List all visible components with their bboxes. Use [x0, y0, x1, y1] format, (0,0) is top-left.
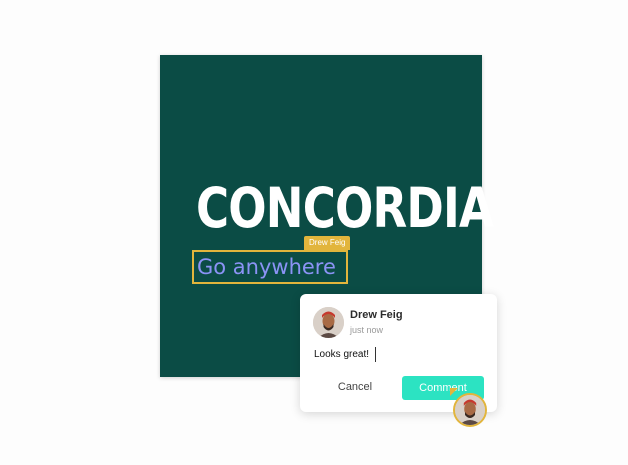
collaborator-name-tag: Drew Feig [304, 236, 351, 250]
cancel-button[interactable]: Cancel [330, 378, 380, 396]
collaborator-cursor-avatar-icon [453, 393, 487, 427]
comment-input-text: Looks great! [314, 349, 370, 360]
text-caret [375, 346, 377, 362]
cursor-pointer-icon [450, 388, 458, 396]
selected-text-go-anywhere[interactable]: Go anywhere [197, 252, 336, 282]
comment-author-name: Drew Feig [350, 309, 403, 321]
user-avatar-icon [313, 307, 344, 338]
concordia-logo-text[interactable]: CONCORDIA [196, 178, 494, 238]
comment-timestamp: just now [350, 325, 384, 335]
canvas-stage: CONCORDIA Drew Feig Go anywhere Drew Fei… [0, 0, 628, 465]
comment-input[interactable]: Looks great! [314, 346, 484, 364]
